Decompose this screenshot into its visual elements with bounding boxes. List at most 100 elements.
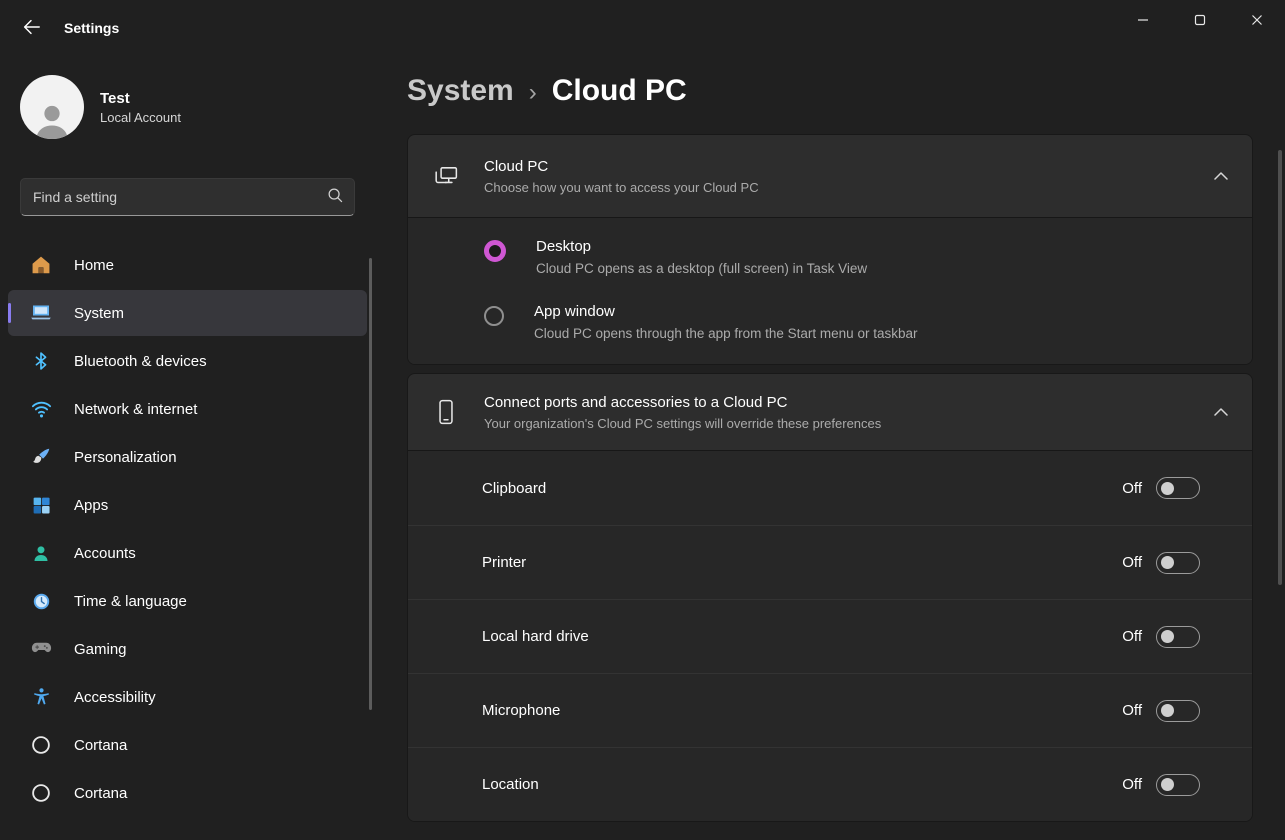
toggle-label: Printer: [482, 554, 1122, 571]
toggle-label: Microphone: [482, 702, 1122, 719]
radio-selected-icon[interactable]: [484, 240, 506, 262]
toggle-row-clipboard[interactable]: Clipboard Off: [408, 451, 1252, 525]
toggle-row-microphone[interactable]: Microphone Off: [408, 673, 1252, 747]
toggle-state-text: Off: [1122, 776, 1142, 793]
main-scrollbar[interactable]: [1278, 150, 1282, 585]
option-description: Cloud PC opens through the app from the …: [534, 326, 917, 341]
cortana-icon: [28, 733, 54, 757]
toggle-label: Location: [482, 776, 1122, 793]
option-label: App window: [534, 303, 917, 320]
cloud-pc-icon: [428, 164, 464, 188]
personalization-icon: [28, 445, 54, 469]
user-name: Test: [100, 90, 181, 107]
sidebar-item-label: Accessibility: [74, 689, 156, 706]
toggle-label: Local hard drive: [482, 628, 1122, 645]
settings-window: Settings Test Local Account: [0, 0, 1285, 840]
cloud-pc-expander[interactable]: Cloud PC Choose how you want to access y…: [408, 135, 1252, 217]
user-account[interactable]: Test Local Account: [20, 74, 355, 140]
minimize-icon: [1136, 13, 1150, 30]
maximize-button[interactable]: [1171, 0, 1228, 42]
option-description: Cloud PC opens as a desktop (full screen…: [536, 261, 867, 276]
sidebar-item-label: Network & internet: [74, 401, 197, 418]
sidebar-item-gaming[interactable]: Gaming: [8, 626, 367, 672]
option-text: App window Cloud PC opens through the ap…: [534, 303, 917, 341]
ports-expander[interactable]: Connect ports and accessories to a Cloud…: [408, 374, 1252, 450]
radio-unselected-icon[interactable]: [484, 306, 504, 326]
main-content: System › Cloud PC Cloud PC Choose how yo…: [375, 56, 1285, 840]
titlebar: Settings: [0, 0, 1285, 56]
sidebar-item-label: Cortana: [74, 737, 127, 754]
sidebar-item-home[interactable]: Home: [8, 242, 367, 288]
option-text: Desktop Cloud PC opens as a desktop (ful…: [536, 238, 867, 276]
local-hard-drive-toggle[interactable]: [1156, 626, 1200, 648]
sidebar-nav: Home System Bluetooth & devices: [0, 242, 375, 816]
close-button[interactable]: [1228, 0, 1285, 42]
ports-toggle-list: Clipboard Off Printer Off Local hard dri…: [408, 450, 1252, 821]
toggle-knob: [1161, 704, 1174, 717]
selected-indicator: [8, 303, 11, 323]
toggle-state-text: Off: [1122, 628, 1142, 645]
page-title: Cloud PC: [552, 74, 687, 108]
sidebar-item-accessibility[interactable]: Accessibility: [8, 674, 367, 720]
sidebar-item-label: System: [74, 305, 124, 322]
location-toggle[interactable]: [1156, 774, 1200, 796]
close-icon: [1250, 13, 1264, 30]
bluetooth-icon: [28, 349, 54, 373]
toggle-state-text: Off: [1122, 554, 1142, 571]
sidebar-item-personalization[interactable]: Personalization: [8, 434, 367, 480]
toggle-row-local-hard-drive[interactable]: Local hard drive Off: [408, 599, 1252, 673]
avatar: [20, 75, 84, 139]
sidebar-item-apps[interactable]: Apps: [8, 482, 367, 528]
breadcrumb-separator-icon: ›: [529, 79, 537, 107]
sidebar-item-bluetooth-devices[interactable]: Bluetooth & devices: [8, 338, 367, 384]
microphone-toggle[interactable]: [1156, 700, 1200, 722]
sidebar-item-label: Cortana: [74, 785, 127, 802]
user-text: Test Local Account: [100, 90, 181, 125]
sidebar-scrollbar[interactable]: [369, 258, 372, 710]
sidebar-item-cortana-2[interactable]: Cortana: [8, 770, 367, 816]
sidebar-item-accounts[interactable]: Accounts: [8, 530, 367, 576]
sidebar-item-cortana[interactable]: Cortana: [8, 722, 367, 768]
sidebar-item-label: Accounts: [74, 545, 136, 562]
sidebar-item-label: Home: [74, 257, 114, 274]
ports-card: Connect ports and accessories to a Cloud…: [407, 373, 1253, 822]
cloud-pc-card: Cloud PC Choose how you want to access y…: [407, 134, 1253, 365]
toggle-label: Clipboard: [482, 480, 1122, 497]
cortana-icon: [28, 781, 54, 805]
toggle-state-text: Off: [1122, 480, 1142, 497]
chevron-up-icon[interactable]: [1214, 408, 1228, 416]
ports-title: Connect ports and accessories to a Cloud…: [484, 394, 881, 411]
back-button[interactable]: [12, 11, 50, 45]
search-icon[interactable]: [326, 186, 344, 209]
minimize-button[interactable]: [1114, 0, 1171, 42]
maximize-icon: [1193, 13, 1207, 30]
sidebar-item-system[interactable]: System: [8, 290, 367, 336]
accounts-icon: [28, 541, 54, 565]
search-box: [20, 178, 355, 216]
sidebar-item-label: Gaming: [74, 641, 127, 658]
window-body: Test Local Account Home: [0, 56, 1285, 840]
breadcrumb-system[interactable]: System: [407, 74, 514, 108]
radio-option-app-window[interactable]: App window Cloud PC opens through the ap…: [408, 289, 1252, 354]
search-input[interactable]: [33, 189, 326, 205]
printer-toggle[interactable]: [1156, 552, 1200, 574]
radio-option-desktop[interactable]: Desktop Cloud PC opens as a desktop (ful…: [408, 224, 1252, 289]
cloud-pc-options: Desktop Cloud PC opens as a desktop (ful…: [408, 217, 1252, 364]
toggle-row-printer[interactable]: Printer Off: [408, 525, 1252, 599]
sidebar-item-label: Apps: [74, 497, 108, 514]
sidebar-item-time-language[interactable]: Time & language: [8, 578, 367, 624]
toggle-knob: [1161, 630, 1174, 643]
window-title: Settings: [64, 20, 119, 36]
sidebar-item-label: Bluetooth & devices: [74, 353, 207, 370]
toggle-row-location[interactable]: Location Off: [408, 747, 1252, 821]
ports-header-text: Connect ports and accessories to a Cloud…: [484, 394, 881, 431]
window-controls: [1114, 0, 1285, 42]
toggle-knob: [1161, 778, 1174, 791]
clipboard-toggle[interactable]: [1156, 477, 1200, 499]
device-icon: [428, 399, 464, 425]
sidebar-item-network-internet[interactable]: Network & internet: [8, 386, 367, 432]
toggle-knob: [1161, 482, 1174, 495]
chevron-up-icon[interactable]: [1214, 172, 1228, 180]
breadcrumb: System › Cloud PC: [407, 74, 1253, 108]
cloud-pc-subtitle: Choose how you want to access your Cloud…: [484, 180, 759, 195]
